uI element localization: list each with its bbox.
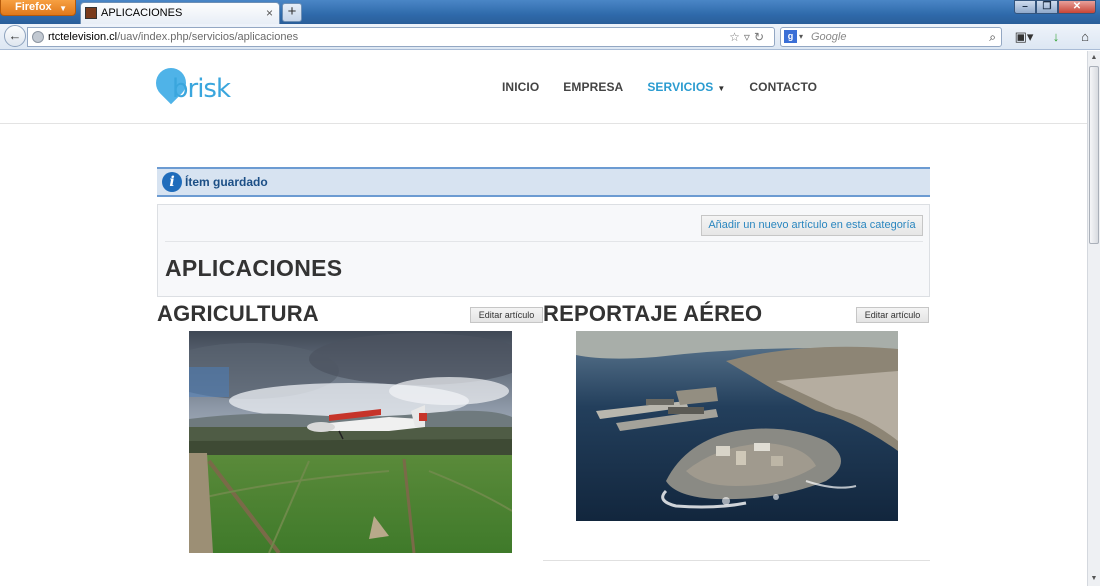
browser-navbar: ← rtctelevision.cl/uav/index.php/servici… [0,24,1100,50]
article-title[interactable]: REPORTAJE AÉREO [543,301,762,327]
page-scrollbar[interactable]: ▲ ▼ [1087,51,1100,586]
scroll-up-icon[interactable]: ▲ [1088,51,1100,65]
article-image-agricultura[interactable] [189,331,512,553]
divider [543,560,930,561]
edit-article-button[interactable]: Editar artículo [856,307,929,323]
back-button[interactable]: ← [4,25,26,47]
maximize-window-button[interactable]: ❐ [1036,0,1058,14]
site-header: brisk INICIO EMPRESA SERVICIOS ▼ CONTACTO [0,51,1087,124]
firefox-menu-button[interactable]: Firefox ▼ [0,0,76,16]
url-bar[interactable]: rtctelevision.cl/uav/index.php/servicios… [27,27,775,47]
google-engine-icon[interactable]: g [784,30,797,43]
search-bar[interactable]: g ▾ Google ⌕ [780,27,1002,47]
browser-tab[interactable]: APLICACIONES × [80,2,280,24]
firefox-menu-label: Firefox [15,1,52,13]
system-message: i Ítem guardado [157,167,930,197]
caret-down-icon: ▼ [717,84,726,93]
bookmark-star-icon[interactable]: ☆ [729,30,744,44]
article-image-reportaje-aereo[interactable] [576,331,898,521]
back-arrow-icon: ← [8,28,22,43]
chevron-down-icon[interactable]: ▾ [799,28,803,46]
article-title[interactable]: AGRICULTURA [157,301,319,327]
history-dropdown-icon[interactable]: ▿ [744,30,754,44]
menu-item-contacto[interactable]: CONTACTO [749,80,817,94]
close-tab-icon[interactable]: × [266,3,273,23]
main-menu: INICIO EMPRESA SERVICIOS ▼ CONTACTO [502,80,817,94]
site-logo[interactable]: brisk [149,61,231,108]
url-bar-icons: ☆▿↻ [729,28,768,46]
favicon-icon [85,7,97,19]
page-title: APLICACIONES [165,255,343,281]
reload-icon[interactable]: ↻ [754,30,768,44]
logo-text: brisk [172,74,231,104]
browser-titlebar: Firefox ▼ APLICACIONES × + – ❐ ✕ [0,0,1100,24]
home-icon[interactable]: ⌂ [1074,28,1096,46]
url-path: /uav/index.php/servicios/aplicaciones [117,31,299,43]
new-tab-button[interactable]: + [282,3,302,22]
menu-item-inicio[interactable]: INICIO [502,80,539,94]
menu-item-servicios[interactable]: SERVICIOS ▼ [647,80,725,94]
scroll-down-icon[interactable]: ▼ [1088,572,1100,586]
divider [165,241,923,242]
site-identity-icon[interactable] [32,31,44,43]
url-domain: rtctelevision.cl [48,31,118,43]
search-placeholder: Google [811,31,847,43]
page-viewport: brisk INICIO EMPRESA SERVICIOS ▼ CONTACTO… [0,51,1087,586]
scrollbar-thumb[interactable] [1089,66,1099,244]
menu-item-empresa[interactable]: EMPRESA [563,80,623,94]
chevron-down-icon: ▼ [59,4,67,13]
bookmarks-menu-icon[interactable]: ▣▾ [1010,28,1038,46]
menu-item-servicios-label: SERVICIOS [647,80,714,94]
add-article-button[interactable]: Añadir un nuevo artículo en esta categor… [701,215,923,236]
info-icon: i [162,172,182,192]
category-panel: Añadir un nuevo artículo en esta categor… [157,204,930,297]
message-text: Ítem guardado [185,175,268,189]
search-icon[interactable]: ⌕ [989,28,996,46]
close-window-button[interactable]: ✕ [1058,0,1096,14]
download-icon[interactable]: ↓ [1046,28,1066,46]
tab-title: APLICACIONES [101,7,183,19]
minimize-window-button[interactable]: – [1014,0,1036,14]
edit-article-button[interactable]: Editar artículo [470,307,543,323]
